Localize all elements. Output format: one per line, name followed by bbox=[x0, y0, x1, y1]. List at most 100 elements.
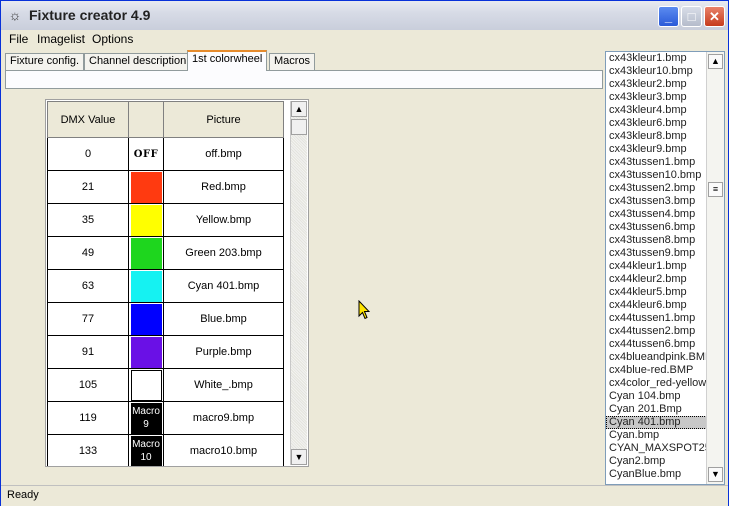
picture-cell[interactable]: Green 203.bmp bbox=[163, 236, 284, 270]
list-item[interactable]: cx43kleur8.bmp bbox=[606, 130, 707, 143]
dmx-value-cell[interactable]: 63 bbox=[47, 269, 129, 303]
dmx-value-cell[interactable]: 77 bbox=[47, 302, 129, 336]
dmx-value-cell[interactable]: 105 bbox=[47, 368, 129, 402]
menu-imagelist[interactable]: Imagelist bbox=[37, 32, 85, 46]
picture-cell[interactable]: Blue.bmp bbox=[163, 302, 284, 336]
close-button[interactable]: ✕ bbox=[704, 6, 725, 27]
window-title: Fixture creator 4.9 bbox=[29, 7, 151, 23]
list-item[interactable]: cx43tussen2.bmp bbox=[606, 182, 707, 195]
maximize-button[interactable]: □ bbox=[681, 6, 702, 27]
dmx-value-cell[interactable]: 133 bbox=[47, 434, 129, 466]
dmx-value-cell[interactable]: 91 bbox=[47, 335, 129, 369]
list-item[interactable]: cx43kleur1.bmp bbox=[606, 52, 707, 65]
tab-macros[interactable]: Macros bbox=[269, 53, 316, 70]
picture-cell[interactable]: Yellow.bmp bbox=[163, 203, 284, 237]
list-item[interactable]: cx44tussen1.bmp bbox=[606, 312, 707, 325]
list-item[interactable]: cx4color_red-yellow. bbox=[606, 377, 707, 390]
dmx-value-cell[interactable]: 49 bbox=[47, 236, 129, 270]
minimize-button[interactable]: _ bbox=[658, 6, 679, 27]
file-list-scrollbar[interactable]: ▲ ≡ ▼ bbox=[706, 52, 724, 484]
swatch-cell[interactable] bbox=[128, 203, 164, 237]
list-item[interactable]: cx43tussen8.bmp bbox=[606, 234, 707, 247]
list-item[interactable]: cx44kleur5.bmp bbox=[606, 286, 707, 299]
dmx-value-cell[interactable]: 35 bbox=[47, 203, 129, 237]
swatch-cell[interactable]: OFF bbox=[128, 137, 164, 171]
list-item[interactable]: cx43kleur3.bmp bbox=[606, 91, 707, 104]
picture-cell[interactable]: Red.bmp bbox=[163, 170, 284, 204]
swatch-cell[interactable] bbox=[128, 170, 164, 204]
table-row[interactable]: 49 Green 203.bmp bbox=[47, 236, 284, 270]
list-item[interactable]: Cyan 201.Bmp bbox=[606, 403, 707, 416]
image-file-list[interactable]: cx43kleur1.bmp cx43kleur10.bmp cx43kleur2.… bbox=[605, 51, 725, 485]
picture-cell[interactable]: White_.bmp bbox=[163, 368, 284, 402]
title-bar[interactable]: ☼ Fixture creator 4.9 _ □ ✕ bbox=[1, 1, 728, 30]
list-item[interactable]: cx43kleur10.bmp bbox=[606, 65, 707, 78]
list-item[interactable]: cx4blue-red.BMP bbox=[606, 364, 707, 377]
list-item[interactable]: cx43tussen6.bmp bbox=[606, 221, 707, 234]
table-row[interactable]: 35 Yellow.bmp bbox=[47, 203, 284, 237]
scroll-thumb[interactable] bbox=[291, 119, 307, 135]
table-row[interactable]: 21 Red.bmp bbox=[47, 170, 284, 204]
list-item[interactable]: cx43kleur2.bmp bbox=[606, 78, 707, 91]
column-header-picture[interactable]: Picture bbox=[163, 101, 284, 138]
list-item[interactable]: cx43tussen9.bmp bbox=[606, 247, 707, 260]
list-item[interactable]: Cyan 401.bmp bbox=[606, 416, 707, 429]
picture-cell[interactable]: off.bmp bbox=[163, 137, 284, 171]
column-header-swatch[interactable] bbox=[128, 101, 164, 138]
picture-cell[interactable]: macro9.bmp bbox=[163, 401, 284, 435]
color-swatch bbox=[130, 171, 162, 203]
column-header-dmx[interactable]: DMX Value bbox=[47, 101, 129, 138]
grid-scrollbar[interactable]: ▲ ▼ bbox=[290, 101, 307, 465]
menu-options[interactable]: Options bbox=[92, 32, 133, 46]
list-item[interactable]: cx43tussen4.bmp bbox=[606, 208, 707, 221]
table-row[interactable]: 119 Macro 9 macro9.bmp bbox=[47, 401, 284, 435]
list-item[interactable]: cx44kleur2.bmp bbox=[606, 273, 707, 286]
list-item[interactable]: cx43tussen1.bmp bbox=[606, 156, 707, 169]
file-scroll-up-button[interactable]: ▲ bbox=[708, 54, 723, 69]
list-item[interactable]: Cyan 104.bmp bbox=[606, 390, 707, 403]
list-item[interactable]: cx43kleur4.bmp bbox=[606, 104, 707, 117]
list-item[interactable]: Cyan2.bmp bbox=[606, 455, 707, 468]
list-item[interactable]: CyanBlue.bmp bbox=[606, 468, 707, 481]
table-row[interactable]: 133 Macro 10 macro10.bmp bbox=[47, 434, 284, 466]
tab-1st-colorwheel[interactable]: 1st colorwheel bbox=[187, 50, 268, 71]
list-item[interactable]: cx4blueandpink.BMP bbox=[606, 351, 707, 364]
list-item[interactable]: cx43kleur9.bmp bbox=[606, 143, 707, 156]
dmx-value-cell[interactable]: 119 bbox=[47, 401, 129, 435]
list-item[interactable]: Cyan.bmp bbox=[606, 429, 707, 442]
fixture-icon: ☼ bbox=[8, 7, 22, 23]
list-item[interactable]: cx44kleur1.bmp bbox=[606, 260, 707, 273]
swatch-cell[interactable]: Macro 9 bbox=[128, 401, 164, 435]
picture-cell[interactable]: macro10.bmp bbox=[163, 434, 284, 466]
table-row[interactable]: 105 White_.bmp bbox=[47, 368, 284, 402]
tab-fixture-config[interactable]: Fixture config. bbox=[5, 53, 85, 70]
dmx-value-cell[interactable]: 0 bbox=[47, 137, 129, 171]
swatch-cell[interactable] bbox=[128, 335, 164, 369]
file-scroll-down-button[interactable]: ▼ bbox=[708, 467, 723, 482]
table-row[interactable]: 63 Cyan 401.bmp bbox=[47, 269, 284, 303]
colorwheel-grid[interactable]: DMX Value Picture 0 OFF off.bmp 21 Red.bmp 35… bbox=[45, 99, 309, 467]
dmx-value-cell[interactable]: 21 bbox=[47, 170, 129, 204]
table-row[interactable]: 91 Purple.bmp bbox=[47, 335, 284, 369]
tab-channel-description[interactable]: Channel description bbox=[84, 53, 192, 70]
picture-cell[interactable]: Purple.bmp bbox=[163, 335, 284, 369]
list-item[interactable]: cx44tussen6.bmp bbox=[606, 338, 707, 351]
menu-file[interactable]: File bbox=[9, 32, 28, 46]
swatch-cell[interactable] bbox=[128, 236, 164, 270]
list-item[interactable]: cx43kleur6.bmp bbox=[606, 117, 707, 130]
list-item[interactable]: cx43tussen3.bmp bbox=[606, 195, 707, 208]
table-row[interactable]: 0 OFF off.bmp bbox=[47, 137, 284, 171]
list-item[interactable]: CYAN_MAXSPOT25 bbox=[606, 442, 707, 455]
list-item[interactable]: cx43tussen10.bmp bbox=[606, 169, 707, 182]
picture-cell[interactable]: Cyan 401.bmp bbox=[163, 269, 284, 303]
swatch-cell[interactable] bbox=[128, 302, 164, 336]
table-row[interactable]: 77 Blue.bmp bbox=[47, 302, 284, 336]
swatch-cell[interactable] bbox=[128, 269, 164, 303]
scroll-down-button[interactable]: ▼ bbox=[291, 449, 307, 465]
swatch-cell[interactable]: Macro 10 bbox=[128, 434, 164, 466]
swatch-cell[interactable] bbox=[128, 368, 164, 402]
file-scroll-thumb[interactable]: ≡ bbox=[708, 182, 723, 197]
list-item[interactable]: cx44tussen2.bmp bbox=[606, 325, 707, 338]
list-item[interactable]: cx44kleur6.bmp bbox=[606, 299, 707, 312]
scroll-up-button[interactable]: ▲ bbox=[291, 101, 307, 117]
